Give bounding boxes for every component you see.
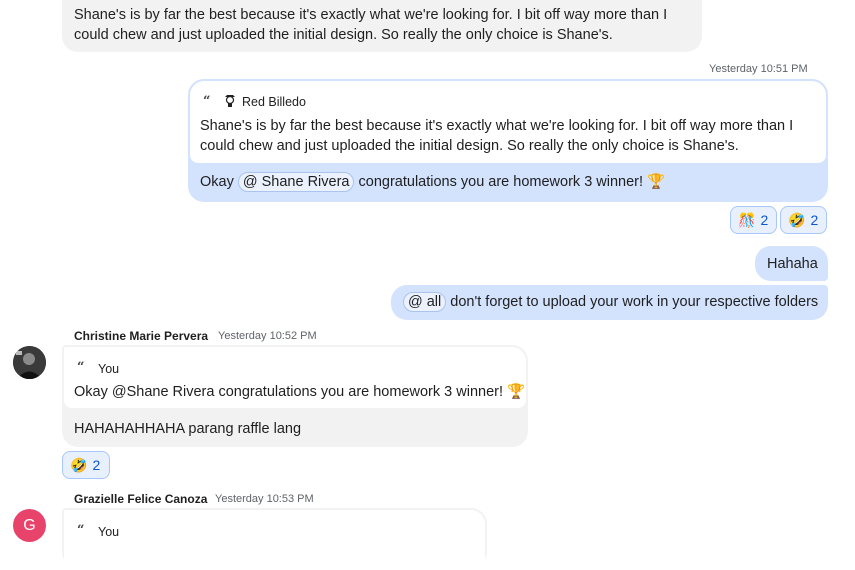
message-text: HAHAHAHHAHA parang raffle lang <box>74 421 302 437</box>
avatar[interactable] <box>13 346 46 379</box>
reaction-count: 2 <box>760 212 769 228</box>
quote-icon: “ <box>77 360 85 375</box>
reply-text-suffix: congratulations you are homework 3 winne… <box>354 174 666 190</box>
message-bubble-top[interactable]: Shane's is by far the best because it's … <box>62 0 702 52</box>
sender-name: Grazielle Felice Canoza <box>74 492 208 506</box>
quoted-message[interactable]: “ You <box>64 510 485 570</box>
message-text: Shane's is by far the best because it's … <box>74 7 668 43</box>
mention-all-chip[interactable]: @ all <box>403 292 447 312</box>
avatar-icon <box>223 93 237 107</box>
confetti-icon: 🎊 <box>738 211 756 228</box>
quote-icon: “ <box>77 523 85 538</box>
quote-author: Red Billedo <box>242 95 306 109</box>
announce-text: don't forget to upload your work in your… <box>446 294 819 310</box>
quote-text: Shane's is by far the best because it's … <box>200 118 794 154</box>
reaction-count: 2 <box>810 212 819 228</box>
avatar-letter: G <box>23 516 36 534</box>
message-timestamp: Yesterday 10:51 PM <box>709 63 808 75</box>
message-timestamp: Yesterday 10:52 PM <box>218 330 317 342</box>
reply-text: Okay @ Shane Rivera congratulations you … <box>200 172 665 192</box>
reply-text-prefix: Okay <box>200 174 238 190</box>
message-bubble-announce[interactable]: @ all don't forget to upload your work i… <box>391 285 828 320</box>
message-bubble-reply[interactable]: “ Red Billedo Shane's is by far the best… <box>188 79 828 202</box>
quoted-message[interactable]: “ You Okay @Shane Rivera congratulations… <box>64 347 526 408</box>
message-text: Hahaha <box>767 256 818 272</box>
quote-author: You <box>98 362 120 376</box>
laughing-icon: 🤣 <box>70 456 88 473</box>
sender-name: Christine Marie Pervera <box>74 329 209 343</box>
reaction-count: 2 <box>92 457 101 473</box>
avatar-photo-icon <box>13 346 46 379</box>
quote-text: Okay @Shane Rivera congratulations you a… <box>74 384 526 400</box>
reaction-confetti[interactable]: 🎊 2 <box>730 206 777 234</box>
message-bubble-hahaha[interactable]: Hahaha <box>755 246 828 281</box>
mention-chip[interactable]: @ Shane Rivera <box>237 172 355 192</box>
message-bubble-christine[interactable]: “ You Okay @Shane Rivera congratulations… <box>62 345 528 447</box>
message-timestamp: Yesterday 10:53 PM <box>215 493 314 505</box>
avatar[interactable]: G <box>13 509 46 542</box>
reaction-laugh[interactable]: 🤣 2 <box>780 206 827 234</box>
message-text: @ all don't forget to upload your work i… <box>403 292 818 312</box>
reaction-laugh[interactable]: 🤣 2 <box>62 451 110 479</box>
quoted-message[interactable]: “ Red Billedo Shane's is by far the best… <box>190 81 826 163</box>
message-bubble-grazielle[interactable]: “ You <box>62 508 487 570</box>
quote-icon: “ <box>203 94 211 109</box>
quote-author: You <box>98 525 120 539</box>
laughing-icon: 🤣 <box>788 211 806 228</box>
